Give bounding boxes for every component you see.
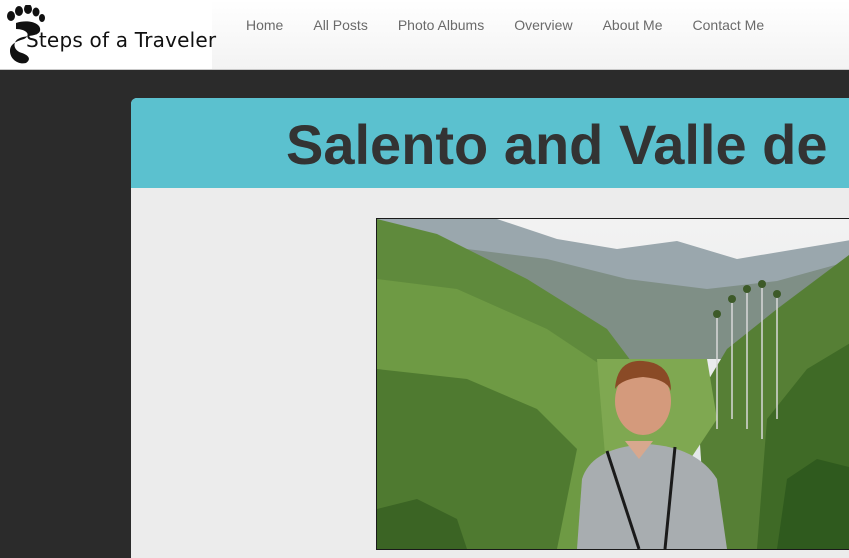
post-header: Salento and Valle de	[131, 98, 849, 188]
nav-photo-albums[interactable]: Photo Albums	[383, 17, 499, 33]
valley-landscape-image	[377, 219, 849, 549]
post-title: Salento and Valle de	[286, 113, 828, 176]
nav-overview[interactable]: Overview	[499, 17, 587, 33]
site-header: Steps of a Traveler Home All Posts Photo…	[0, 0, 849, 70]
nav-about-me[interactable]: About Me	[588, 17, 678, 33]
nav-contact-me[interactable]: Contact Me	[678, 17, 780, 33]
logo-text: Steps of a Traveler	[26, 28, 217, 52]
post-card: Salento and Valle de	[131, 98, 849, 558]
post-photo[interactable]	[376, 218, 849, 550]
nav-all-posts[interactable]: All Posts	[298, 17, 382, 33]
main-nav: Home All Posts Photo Albums Overview Abo…	[231, 17, 779, 33]
site-logo[interactable]: Steps of a Traveler	[0, 0, 216, 69]
nav-home[interactable]: Home	[231, 17, 298, 33]
